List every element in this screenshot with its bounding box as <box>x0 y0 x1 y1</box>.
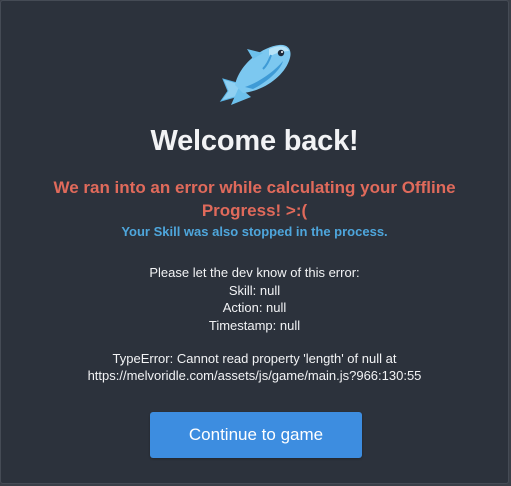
type-error-trace: TypeError: Cannot read property 'length'… <box>1 350 508 384</box>
type-error-line-2: https://melvoridle.com/assets/js/game/ma… <box>87 368 422 383</box>
skill-stopped-notice: Your Skill was also stopped in the proce… <box>121 224 388 239</box>
error-details: Please let the dev know of this error: S… <box>1 264 508 334</box>
continue-to-game-button[interactable]: Continue to game <box>150 412 362 458</box>
fish-icon <box>217 39 295 109</box>
error-message: We ran into an error while calculating y… <box>53 178 456 220</box>
details-timestamp: Timestamp: null <box>208 317 301 333</box>
details-intro: Please let the dev know of this error: <box>149 265 360 280</box>
type-error-line-1: TypeError: Cannot read property 'length'… <box>112 351 397 366</box>
details-action: Action: null <box>222 300 287 315</box>
modal-title: Welcome back! <box>150 125 359 157</box>
offline-progress-modal: Welcome back! We ran into an error while… <box>0 0 509 484</box>
details-skill: Skill: null <box>228 282 281 298</box>
